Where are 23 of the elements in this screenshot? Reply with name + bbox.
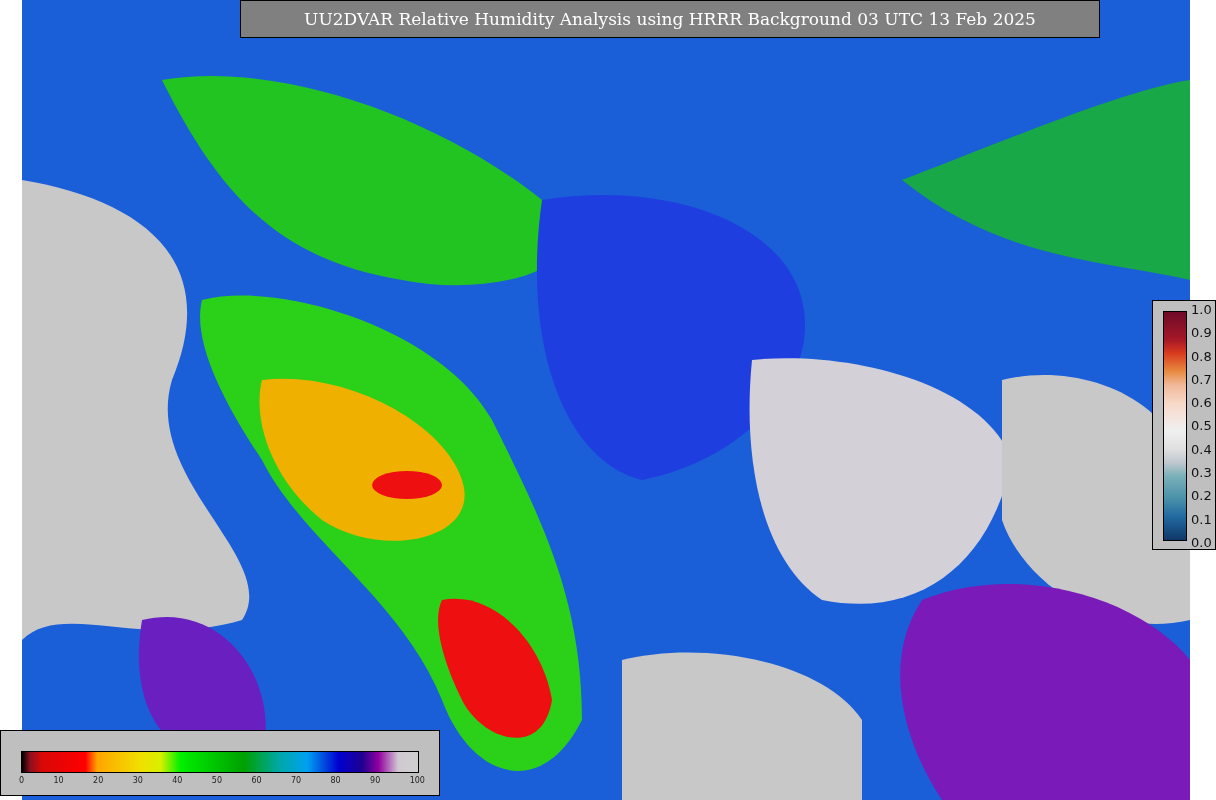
tick-label: 0.0	[1191, 534, 1212, 550]
tick-label: 90	[370, 776, 381, 785]
tick-label: 0.1	[1191, 511, 1212, 527]
tick-label: 0.9	[1191, 325, 1212, 341]
tick-label: 30	[132, 776, 143, 785]
tick-label: 0.2	[1191, 488, 1212, 504]
tick-label: 1.0	[1191, 302, 1212, 317]
tick-label: 0.8	[1191, 348, 1212, 364]
tick-label: 0.6	[1191, 395, 1212, 411]
chart-title: UU2DVAR Relative Humidity Analysis using HRRR Background 03 UTC 13 Feb 2025	[240, 0, 1100, 38]
tick-label: 10	[53, 776, 64, 785]
tick-label: 50	[211, 776, 222, 785]
tick-label: 0.3	[1191, 465, 1212, 481]
tick-label: 0	[19, 776, 25, 785]
tick-label: 0.5	[1191, 418, 1212, 434]
tick-label: 20	[93, 776, 104, 785]
tick-label: 80	[330, 776, 341, 785]
tick-label: 60	[251, 776, 262, 785]
tick-label: 0.4	[1191, 441, 1212, 457]
tick-label: 0.7	[1191, 371, 1212, 387]
tick-label: 40	[172, 776, 183, 785]
tick-label: 70	[290, 776, 302, 785]
tick-label: 100	[409, 776, 425, 785]
